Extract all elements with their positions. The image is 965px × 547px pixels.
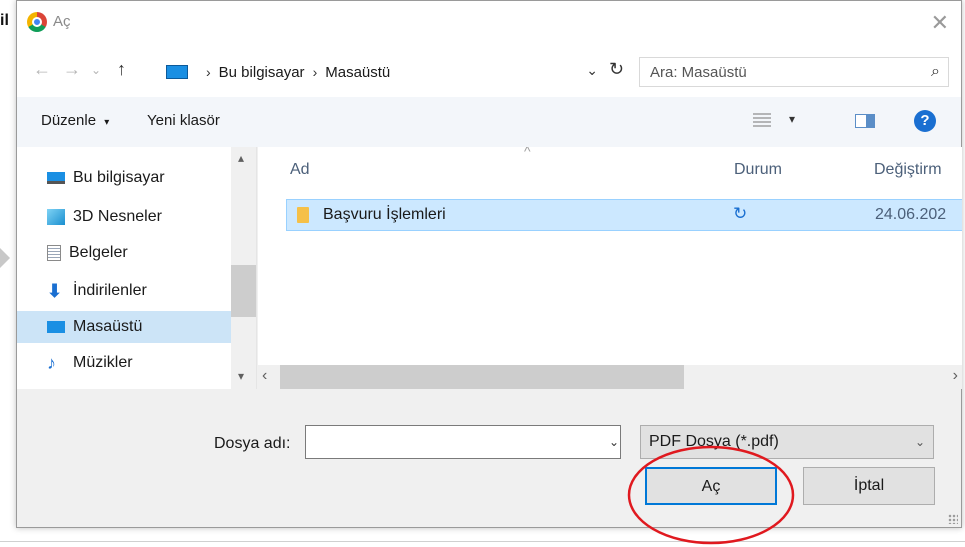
dialog-titlebar: Aç ✕ <box>17 1 961 45</box>
back-arrow-icon[interactable]: ← <box>33 59 51 80</box>
breadcrumb-item-this-pc[interactable]: Bu bilgisayar <box>219 64 305 81</box>
filename-input[interactable] <box>305 425 621 459</box>
scroll-right-icon[interactable]: › <box>953 367 958 385</box>
dropdown-arrow-icon: ▾ <box>104 117 110 128</box>
search-icon[interactable]: ⌕ <box>931 63 940 81</box>
sort-ascending-icon: ^ <box>524 147 531 159</box>
help-icon[interactable]: ? <box>914 110 936 132</box>
cube-3d-icon <box>47 209 65 225</box>
resize-grip-icon[interactable] <box>948 514 958 524</box>
file-list-horizontal-scrollbar[interactable]: ‹ › <box>258 365 962 389</box>
sidebar-item-label: Masaüstü <box>73 318 143 335</box>
breadcrumb-item-desktop[interactable]: Masaüstü <box>325 64 390 81</box>
desktop-icon <box>47 321 65 333</box>
sidebar-item-3d-objects[interactable]: 3D Nesneler <box>47 201 227 233</box>
navigation-bar: ← → ⌄ ↑ › Bu bilgisayar › Masaüstü ⌄ ↻ A… <box>17 45 961 97</box>
scrollbar-thumb[interactable] <box>231 265 256 317</box>
up-arrow-icon[interactable]: ↑ <box>117 59 126 80</box>
navigation-pane-scrollbar[interactable]: ▴ ▾ <box>231 147 256 389</box>
close-icon[interactable]: ✕ <box>931 10 949 36</box>
desktop-icon <box>166 65 188 79</box>
view-dropdown-icon[interactable]: ▾ <box>789 112 795 126</box>
open-file-dialog: Aç ✕ ← → ⌄ ↑ › Bu bilgisayar › Masaüstü … <box>16 0 962 528</box>
preview-pane-icon[interactable] <box>855 114 875 128</box>
column-header-status[interactable]: Durum <box>734 161 782 179</box>
chevron-down-icon: ⌄ <box>914 435 925 449</box>
search-placeholder: Ara: Masaüstü <box>650 64 747 81</box>
column-header-modified[interactable]: Değiştirm <box>874 161 942 179</box>
scroll-up-icon[interactable]: ▴ <box>238 151 244 165</box>
organize-label: Düzenle <box>41 112 97 129</box>
column-header-name[interactable]: Ad <box>290 161 310 179</box>
cancel-button[interactable]: İptal <box>803 467 935 505</box>
scroll-left-icon[interactable]: ‹ <box>262 367 267 385</box>
sidebar-item-desktop[interactable]: Masaüstü <box>17 311 231 343</box>
new-folder-button[interactable]: Yeni klasör <box>147 112 220 129</box>
sidebar-item-label: 3D Nesneler <box>73 208 162 225</box>
document-icon <box>47 245 61 261</box>
command-toolbar: Düzenle ▾ Yeni klasör ▾ ? <box>17 97 961 147</box>
folder-icon <box>297 207 309 223</box>
sidebar-item-this-pc[interactable]: Bu bilgisayar <box>47 162 227 194</box>
navigation-pane: Bu bilgisayar 3D Nesneler Belgeler ⬇ İnd… <box>17 147 257 389</box>
recent-locations-chevron-icon[interactable]: ⌄ <box>91 63 101 77</box>
chrome-icon <box>27 12 47 32</box>
sidebar-item-label: Müzikler <box>73 354 133 371</box>
refresh-icon[interactable]: ↻ <box>609 59 624 80</box>
sync-icon: ↻ <box>733 204 748 223</box>
open-button[interactable]: Aç <box>645 467 777 505</box>
forward-arrow-icon[interactable]: → <box>63 59 81 80</box>
scrollbar-thumb[interactable] <box>280 365 684 389</box>
breadcrumb-separator-icon: › <box>312 64 318 80</box>
background-divider <box>0 541 965 542</box>
sidebar-item-label: Belgeler <box>69 244 128 261</box>
sidebar-item-label: Bu bilgisayar <box>73 169 165 186</box>
sidebar-item-documents[interactable]: Belgeler <box>47 237 227 269</box>
file-type-select[interactable]: PDF Dosya (*.pdf) ⌄ <box>640 425 934 459</box>
organize-menu-button[interactable]: Düzenle ▾ <box>41 112 109 129</box>
chevron-down-icon[interactable]: ⌄ <box>586 62 598 79</box>
computer-icon <box>47 172 65 184</box>
sidebar-item-label: İndirilenler <box>73 282 147 299</box>
list-item[interactable]: Başvuru İşlemleri ↻ 24.06.202 <box>286 199 962 231</box>
background-arrow-icon <box>0 248 10 268</box>
view-options-icon[interactable] <box>753 113 771 129</box>
dialog-title: Aç <box>53 13 71 30</box>
scroll-down-icon[interactable]: ▾ <box>238 369 244 383</box>
chevron-down-icon[interactable]: ⌄ <box>609 435 619 449</box>
background-page-text: il <box>0 12 9 29</box>
breadcrumb-separator-icon: › <box>206 64 211 80</box>
sidebar-item-downloads[interactable]: ⬇ İndirilenler <box>47 275 227 307</box>
file-type-value: PDF Dosya (*.pdf) <box>649 433 779 450</box>
file-list: ^ Ad Durum Değiştirm Başvuru İşlemleri ↻… <box>258 147 962 389</box>
address-bar[interactable]: › Bu bilgisayar › Masaüstü ⌄ <box>161 57 603 87</box>
search-input[interactable]: Ara: Masaüstü ⌕ <box>639 57 949 87</box>
sidebar-item-music[interactable]: ♪ Müzikler <box>47 347 227 379</box>
download-arrow-icon: ⬇ <box>47 281 63 301</box>
filename-label: Dosya adı: <box>214 435 291 452</box>
file-modified-date: 24.06.202 <box>875 206 947 223</box>
music-note-icon: ♪ <box>47 353 56 373</box>
file-name: Başvuru İşlemleri <box>323 206 446 223</box>
